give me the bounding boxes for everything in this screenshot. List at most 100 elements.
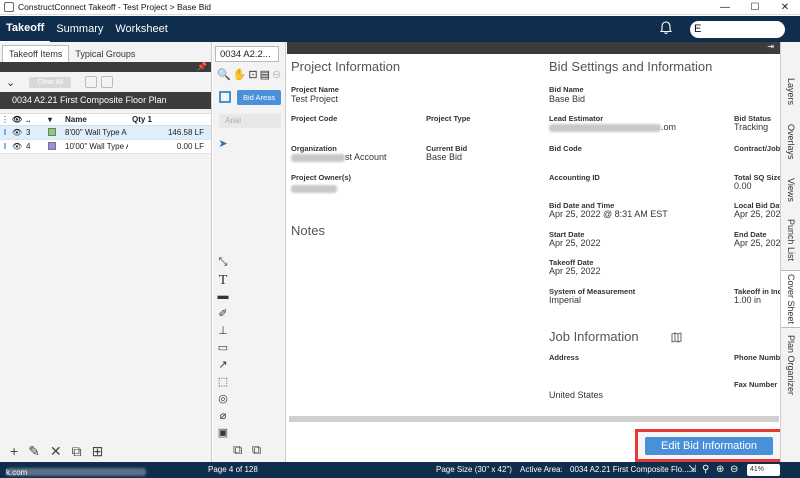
- add-icon[interactable]: +: [10, 443, 18, 459]
- tab-cover-sheet[interactable]: Cover Sheet: [781, 270, 800, 328]
- group-icon[interactable]: ⊞: [92, 443, 104, 460]
- spiral-icon[interactable]: ◎: [213, 392, 233, 409]
- bid-area-select-icon[interactable]: [219, 91, 231, 103]
- main-menu-bar: Takeoff Summary Worksheet: [0, 15, 800, 43]
- tab-takeoff-items[interactable]: Takeoff Items: [2, 45, 70, 62]
- plan-name-row[interactable]: 0034 A2.21 First Composite Floor Plan: [0, 92, 211, 109]
- visibility-icon[interactable]: 👁: [10, 128, 24, 137]
- project-name-value: Test Project: [291, 94, 339, 104]
- fax-number-label: Fax Number: [734, 380, 778, 389]
- text-tool-icon[interactable]: T: [213, 273, 233, 290]
- bid-code-label: Bid Code: [549, 144, 582, 153]
- bid-date-value: Apr 25, 2022 @ 8:31 AM EST: [549, 209, 668, 219]
- drag-handle-icon[interactable]: ‖: [0, 128, 10, 137]
- image-icon[interactable]: ▣: [213, 426, 233, 443]
- copy-icon[interactable]: ⧉: [72, 443, 82, 460]
- font-select[interactable]: Arial: [219, 114, 281, 128]
- bid-settings-title: Bid Settings and Information: [549, 59, 713, 74]
- redacted-text: [291, 184, 337, 193]
- zoom-search-icon[interactable]: 🔍: [217, 68, 231, 81]
- visibility-column-icon[interactable]: 👁: [10, 115, 24, 124]
- project-name-label: Project Name: [291, 85, 339, 94]
- notification-bell-icon[interactable]: [659, 21, 673, 35]
- menu-worksheet[interactable]: Worksheet: [109, 16, 173, 42]
- edit-button-highlight: Edit Bid Information: [635, 429, 783, 462]
- zoom-window-icon[interactable]: ⊡: [248, 68, 257, 81]
- select-pointer-icon[interactable]: ➤: [213, 137, 233, 154]
- status-bar: k.com Page 4 of 128 Page Size (30" x 42"…: [0, 462, 800, 478]
- horizontal-scrollbar[interactable]: [289, 416, 779, 422]
- active-area-label: Active Area:: [520, 465, 563, 474]
- user-zoom-icon[interactable]: ⚲: [702, 464, 709, 475]
- map-icon[interactable]: [671, 332, 682, 343]
- menu-takeoff[interactable]: Takeoff: [0, 15, 51, 43]
- tab-plan-organizer[interactable]: Plan Organizer: [781, 330, 800, 400]
- color-swatch[interactable]: [48, 141, 56, 150]
- measurement-value: Imperial: [549, 295, 582, 305]
- address-label: Address: [549, 353, 580, 362]
- collapse-chevron-icon[interactable]: ⌄: [6, 76, 15, 89]
- table-row[interactable]: ‖ 👁 4 10'00" Wall Type A 0.00 LF: [0, 140, 211, 154]
- callout-icon[interactable]: ⬚: [213, 375, 233, 392]
- close-button[interactable]: ✕: [770, 0, 800, 15]
- menu-summary[interactable]: Summary: [50, 16, 109, 42]
- rectangle-outline-icon[interactable]: ▭: [213, 341, 233, 358]
- project-info-title: Project Information: [291, 59, 401, 74]
- fit-page-icon[interactable]: ⇲: [688, 464, 696, 475]
- arrow-icon[interactable]: ↗: [213, 358, 233, 375]
- pin-icon[interactable]: 📌: [197, 62, 207, 71]
- bid-areas-button[interactable]: Bid Areas: [237, 90, 282, 105]
- attachment-icon[interactable]: ⌀: [213, 409, 233, 426]
- bid-status-value: Tracking: [734, 122, 769, 132]
- edit-bid-information-button[interactable]: Edit Bid Information: [645, 437, 773, 455]
- page-icon[interactable]: ▤: [260, 68, 270, 81]
- color-swatch[interactable]: [48, 127, 56, 136]
- edit-pencil-icon[interactable]: ✎: [28, 443, 40, 460]
- tab-typical-groups[interactable]: Typical Groups: [69, 46, 141, 62]
- takeoff-inc-value: 1.00 in: [734, 295, 762, 305]
- cover-sheet-content: ⇥ Project Information Bid Settings and I…: [287, 42, 787, 462]
- rectangle-fill-icon[interactable]: ▬: [213, 290, 233, 307]
- back-icon[interactable]: ⊖: [272, 68, 281, 81]
- plan-tab[interactable]: 0034 A2.2...: [215, 46, 279, 62]
- stamp-icon[interactable]: ⊥: [213, 324, 233, 341]
- zoom-in-icon[interactable]: ⊕: [716, 464, 724, 475]
- items-toolbar: + ✎ ✕ ⧉ ⊞: [0, 440, 212, 462]
- move-down-icon[interactable]: [101, 76, 114, 88]
- row-number: 3: [26, 128, 31, 137]
- filter-icon[interactable]: ▾: [48, 115, 62, 124]
- zoom-out-icon[interactable]: ⊖: [730, 464, 738, 475]
- item-name: 8'00" Wall Type A: [65, 128, 127, 137]
- copy-page-icon[interactable]: ⧉: [233, 442, 242, 457]
- pin-icon[interactable]: ⇥: [767, 42, 774, 51]
- tab-overlays[interactable]: Overlays: [781, 116, 800, 168]
- maximize-button[interactable]: ☐: [740, 0, 770, 15]
- visibility-icon[interactable]: 👁: [10, 142, 24, 151]
- table-row[interactable]: ‖ 👁 3 8'00" Wall Type A 146.58 LF: [0, 126, 211, 140]
- num-column-header[interactable]: ..: [24, 115, 48, 124]
- pan-hand-icon[interactable]: ✋: [233, 68, 247, 81]
- name-column-header[interactable]: Name: [62, 115, 128, 124]
- qty-column-header[interactable]: Qty 1: [128, 115, 208, 124]
- minimize-button[interactable]: —: [710, 0, 740, 15]
- right-side-tabs: Layers Overlays Views Punch List Cover S…: [780, 42, 800, 462]
- paste-page-icon[interactable]: ⧉: [252, 442, 261, 457]
- total-sq-value: 0.00: [734, 181, 752, 191]
- move-up-icon[interactable]: [85, 76, 98, 88]
- tab-layers[interactable]: Layers: [781, 70, 800, 114]
- current-bid-value: Base Bid: [426, 152, 463, 162]
- user-menu[interactable]: E: [690, 21, 785, 38]
- clear-all-button[interactable]: Clear All: [29, 76, 72, 88]
- zoom-level-select[interactable]: 41%: [747, 464, 780, 476]
- bid-name-value: Base Bid: [549, 94, 586, 104]
- delete-icon[interactable]: ✕: [50, 443, 62, 460]
- tab-views[interactable]: Views: [781, 170, 800, 210]
- takeoff-date-value: Apr 25, 2022: [549, 266, 601, 276]
- drag-handle-icon[interactable]: ‖: [0, 142, 10, 151]
- local-bid-date-value: Apr 25, 2022: [734, 209, 786, 219]
- dimension-icon[interactable]: ⤡: [213, 256, 233, 273]
- window-title: ConstructConnect Takeoff - Test Project …: [18, 2, 212, 12]
- tab-punch-list[interactable]: Punch List: [781, 212, 800, 268]
- highlighter-icon[interactable]: ✐: [213, 307, 233, 324]
- drag-column-icon: ⋮: [1, 115, 9, 124]
